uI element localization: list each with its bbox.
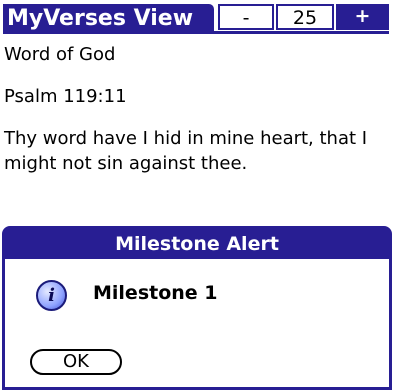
ok-button[interactable]: OK (30, 349, 122, 375)
title-underline (3, 31, 389, 34)
decrement-button[interactable]: - (218, 4, 274, 30)
increment-button[interactable]: + (336, 4, 389, 30)
alert-message: Milestone 1 (93, 282, 218, 304)
verse-count-field[interactable]: 25 (276, 4, 334, 30)
info-icon: i (36, 280, 67, 311)
verse-heading: Word of God (4, 44, 116, 65)
title-bar: MyVerses View - 25 + (0, 0, 394, 34)
dialog-title: Milestone Alert (5, 229, 389, 259)
verse-text: Thy word have I hid in mine heart, that … (4, 128, 368, 174)
app-title[interactable]: MyVerses View (3, 4, 214, 33)
milestone-dialog: Milestone Alert i Milestone 1 OK (2, 226, 392, 390)
verse-reference: Psalm 119:11 (4, 86, 127, 107)
